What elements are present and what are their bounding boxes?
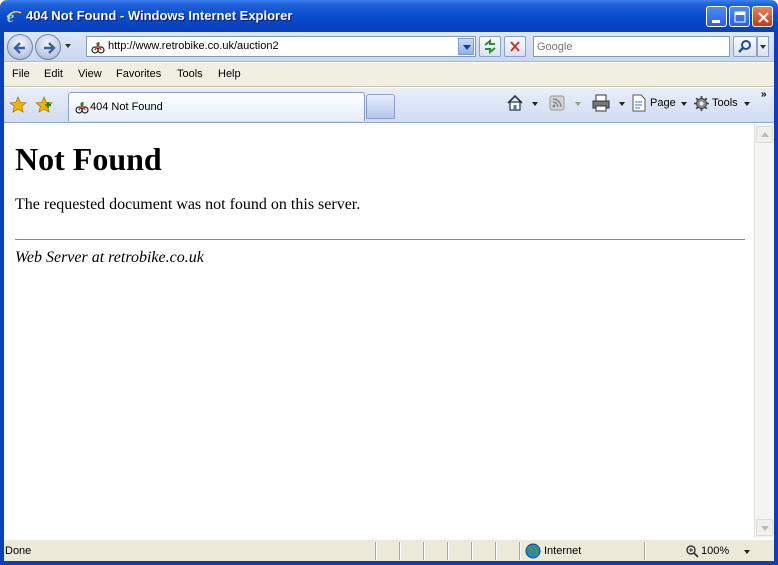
- favorites-center-button[interactable]: [9, 96, 27, 114]
- print-button[interactable]: [592, 94, 626, 114]
- status-separator: [399, 542, 401, 560]
- maximize-button[interactable]: [729, 6, 750, 27]
- tools-menu-label: Tools: [712, 97, 738, 109]
- error-message: The requested document was not found on …: [15, 196, 361, 213]
- gear-icon: [694, 96, 709, 111]
- close-button[interactable]: [752, 6, 773, 27]
- search-button[interactable]: [733, 36, 757, 57]
- minimize-button[interactable]: [706, 6, 727, 27]
- toolbar-overflow-chevron[interactable]: »: [761, 89, 766, 100]
- add-favorite-button[interactable]: [35, 96, 53, 114]
- menu-help[interactable]: Help: [218, 68, 241, 80]
- menu-file[interactable]: File: [12, 68, 30, 80]
- tab-command-bar: 404 Not Found Page Tools »: [4, 88, 774, 123]
- home-icon: [507, 94, 523, 111]
- zoom-dropdown-icon[interactable]: [744, 550, 750, 554]
- tab-favicon-icon: [75, 101, 89, 114]
- feeds-dropdown-icon[interactable]: [575, 102, 581, 106]
- menu-edit[interactable]: Edit: [44, 68, 63, 80]
- status-text: Done: [5, 545, 32, 557]
- site-favicon-icon: [91, 41, 105, 54]
- back-button[interactable]: [7, 34, 33, 60]
- tab-label: 404 Not Found: [90, 101, 163, 113]
- back-arrow-icon: [13, 42, 25, 54]
- window-frame-bottom: [0, 561, 778, 565]
- tab-404-not-found[interactable]: 404 Not Found: [68, 92, 365, 121]
- status-separator: [644, 542, 646, 560]
- status-separator: [375, 542, 377, 560]
- page-dropdown-icon: [681, 102, 687, 106]
- print-icon: [592, 94, 610, 112]
- page-menu-button[interactable]: Page: [631, 94, 689, 114]
- page-icon: [632, 94, 646, 112]
- ie-logo-icon: e: [6, 9, 22, 24]
- refresh-icon: [484, 38, 496, 55]
- vertical-scrollbar[interactable]: [754, 124, 774, 538]
- forward-arrow-icon: [44, 42, 56, 54]
- stop-icon: [510, 41, 520, 52]
- new-tab-button[interactable]: [366, 94, 395, 119]
- maximize-icon: [734, 11, 746, 23]
- address-toolbar: http://www.retrobike.co.uk/auction2: [4, 32, 774, 62]
- page-menu-label: Page: [650, 97, 676, 109]
- search-box[interactable]: [533, 36, 730, 57]
- status-separator: [495, 542, 497, 560]
- home-dropdown-icon[interactable]: [532, 102, 538, 106]
- status-separator: [471, 542, 473, 560]
- window-title: 404 Not Found - Windows Internet Explore…: [26, 8, 293, 23]
- feeds-button[interactable]: [549, 94, 583, 114]
- address-url[interactable]: http://www.retrobike.co.uk/auction2: [108, 40, 279, 52]
- search-input[interactable]: [537, 39, 725, 54]
- search-options-dropdown[interactable]: [757, 36, 769, 57]
- stop-button[interactable]: [504, 36, 526, 57]
- menu-bar: File Edit View Favorites Tools Help: [4, 63, 774, 87]
- refresh-button[interactable]: [479, 36, 501, 57]
- page-heading: Not Found: [15, 141, 162, 177]
- print-dropdown-icon[interactable]: [619, 102, 625, 106]
- menu-tools[interactable]: Tools: [177, 68, 203, 80]
- close-icon: [758, 12, 769, 23]
- scroll-up-button[interactable]: [756, 126, 773, 143]
- globe-icon: [525, 543, 541, 559]
- feeds-icon: [549, 95, 565, 111]
- status-separator: [519, 542, 521, 560]
- title-bar[interactable]: e 404 Not Found - Windows Internet Explo…: [0, 0, 778, 32]
- forward-button[interactable]: [35, 34, 61, 60]
- scroll-down-button[interactable]: [756, 519, 773, 536]
- address-bar[interactable]: http://www.retrobike.co.uk/auction2: [86, 36, 476, 57]
- zoom-icon: [686, 545, 699, 558]
- address-dropdown-button[interactable]: [458, 38, 474, 55]
- menu-favorites[interactable]: Favorites: [116, 68, 161, 80]
- status-separator: [447, 542, 449, 560]
- server-signature: Web Server at retrobike.co.uk: [15, 249, 204, 266]
- divider: [15, 239, 745, 240]
- tools-dropdown-icon: [744, 102, 750, 106]
- security-zone-label[interactable]: Internet: [544, 545, 581, 557]
- menu-view[interactable]: View: [78, 68, 102, 80]
- search-icon: [738, 40, 751, 53]
- home-button[interactable]: [506, 94, 540, 114]
- status-separator: [423, 542, 425, 560]
- recent-pages-dropdown[interactable]: [65, 44, 71, 48]
- minimize-icon: [712, 20, 720, 23]
- zoom-level[interactable]: 100%: [701, 545, 729, 557]
- tools-menu-button[interactable]: Tools: [693, 94, 753, 114]
- page-content: Not Found The requested document was not…: [4, 124, 754, 538]
- window-frame-right: [774, 32, 778, 565]
- status-bar: Done Internet 100%: [4, 539, 774, 561]
